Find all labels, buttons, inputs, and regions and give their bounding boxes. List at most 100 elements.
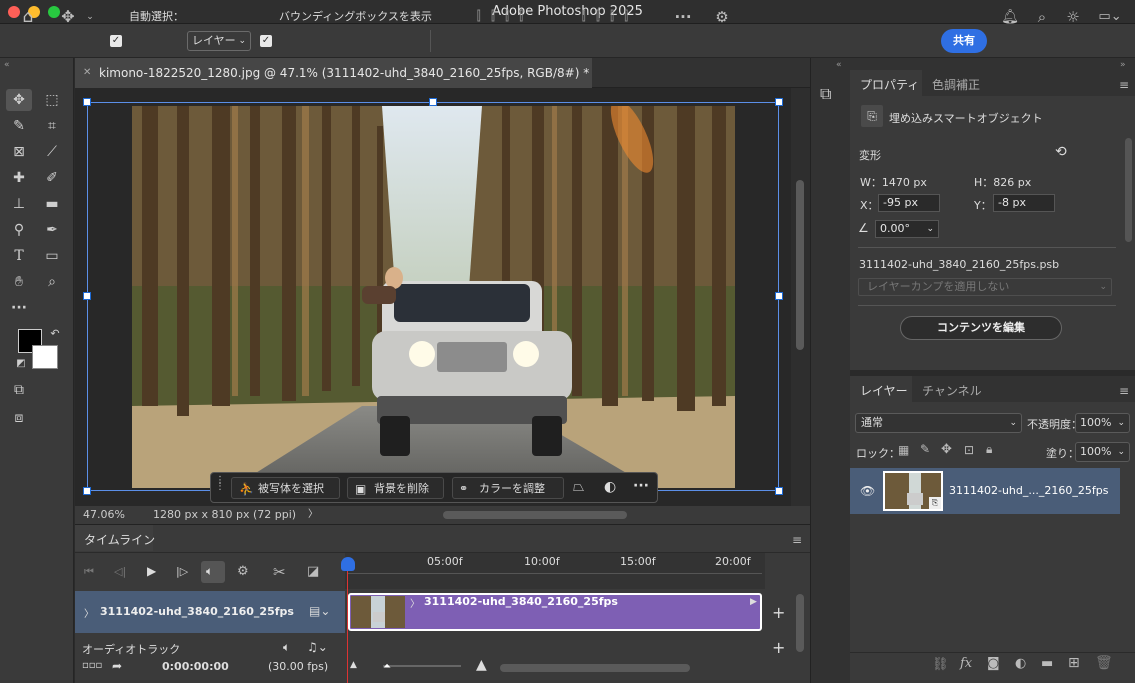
scissors-icon[interactable]: ✂: [273, 563, 286, 581]
stamp-icon[interactable]: ⊥: [8, 194, 30, 214]
chevron-right-icon[interactable]: 〉: [410, 595, 420, 610]
properties-scrollbar[interactable]: [1125, 138, 1132, 242]
add-audio-icon[interactable]: +: [772, 638, 785, 657]
quick-select-icon[interactable]: ✎: [8, 116, 30, 136]
fx-icon[interactable]: fx: [960, 656, 972, 671]
transform-handle[interactable]: [83, 487, 91, 495]
swap-icon[interactable]: ↶: [44, 324, 66, 344]
panel-menu-icon[interactable]: ≡: [792, 533, 802, 547]
align-left-icon[interactable]: ⫿⫿⫿⫿: [440, 0, 570, 34]
transition-icon[interactable]: ◪: [307, 564, 319, 579]
document-tab[interactable]: ✕ kimono-1822520_1280.jpg @ 47.1% (31114…: [75, 58, 592, 88]
zoom-icon[interactable]: ⌕: [41, 272, 63, 292]
expand-icon[interactable]: »: [1120, 60, 1126, 70]
edit-contents-button[interactable]: コンテンツを編集: [900, 316, 1062, 340]
gear-icon[interactable]: ⚙: [237, 564, 249, 579]
play-icon[interactable]: ▶: [147, 564, 156, 578]
eye-icon[interactable]: 👁︎: [860, 484, 875, 498]
trash-icon[interactable]: 🗑︎: [1095, 655, 1113, 671]
lock-transparency-icon[interactable]: ▦: [898, 443, 909, 457]
workspace-icon[interactable]: ▭⌄: [1095, 0, 1125, 34]
zoom-level[interactable]: 47.06%: [83, 506, 125, 524]
angle-input[interactable]: 0.00° ⌄: [875, 220, 939, 238]
speaker-icon[interactable]: 🔈︎: [283, 640, 290, 655]
tab-properties[interactable]: プロパティ: [860, 76, 919, 93]
layer-comp-dropdown[interactable]: レイヤーカンプを適用しない ⌄: [858, 278, 1112, 296]
lock-all-icon[interactable]: 🔒︎: [986, 442, 992, 457]
timeline-tab[interactable]: タイムライン: [84, 531, 155, 548]
move-icon[interactable]: ✥: [8, 90, 30, 110]
adjustment-layer-icon[interactable]: ◐: [1015, 656, 1026, 671]
previous-frame-icon[interactable]: ◁|: [114, 565, 126, 578]
transform-handle[interactable]: [775, 292, 783, 300]
zoom-in-icon[interactable]: ▲: [476, 657, 487, 673]
bell-icon[interactable]: 🔔︎: [1000, 0, 1020, 34]
type-icon[interactable]: T: [8, 246, 30, 266]
add-mask-icon[interactable]: ◙: [987, 656, 1000, 671]
tab-adjustments[interactable]: 色調補正: [932, 76, 980, 93]
link-layers-icon[interactable]: ⛓: [932, 657, 949, 672]
tab-channels[interactable]: チャンネル: [922, 382, 982, 399]
lock-artboard-icon[interactable]: ⊡: [964, 443, 974, 457]
vertical-scrollbar[interactable]: [791, 88, 810, 506]
eyedropper-icon[interactable]: ⟋: [41, 142, 63, 162]
panel-menu-icon[interactable]: ≡: [1119, 78, 1129, 92]
blend-mode-dropdown[interactable]: 通常 ⌄: [855, 413, 1022, 433]
healing-icon[interactable]: ✚: [8, 168, 30, 188]
render-icon[interactable]: ➦: [112, 659, 122, 673]
collapse-icon[interactable]: «: [4, 60, 10, 70]
gradient-icon[interactable]: ▬: [41, 194, 63, 214]
horizontal-scrollbar[interactable]: [443, 511, 627, 519]
marquee-icon[interactable]: ⬚: [41, 90, 63, 110]
y-position-input[interactable]: -8 px: [993, 194, 1055, 212]
add-media-icon[interactable]: +: [772, 603, 785, 622]
folder-icon[interactable]: ▬: [1041, 656, 1053, 671]
move-tool-preset-icon[interactable]: ✥: [58, 0, 78, 34]
collapse-icon[interactable]: «: [836, 60, 842, 70]
opacity-input[interactable]: 100% ⌄: [1075, 413, 1130, 433]
remove-background-button[interactable]: ▣ 背景を削除: [347, 477, 444, 499]
mask-icon[interactable]: ◐: [604, 479, 616, 495]
transform-handle[interactable]: [83, 292, 91, 300]
zoom-out-icon[interactable]: ▲: [350, 660, 357, 670]
transform-bounding-box[interactable]: [87, 102, 779, 491]
search-icon[interactable]: ⌕: [1032, 0, 1052, 34]
more-options-icon[interactable]: ···: [672, 0, 694, 34]
show-bbox-checkbox[interactable]: ✓: [260, 35, 272, 47]
lightbulb-icon[interactable]: ☼: [1063, 0, 1083, 34]
gear-icon[interactable]: ⚙: [711, 0, 733, 34]
music-note-icon[interactable]: ♫⌄: [307, 640, 328, 654]
close-icon[interactable]: ✕: [83, 58, 91, 88]
brush-icon[interactable]: ✐: [41, 168, 63, 188]
transform-handle[interactable]: [429, 98, 437, 106]
home-icon[interactable]: ⌂: [16, 0, 40, 34]
default-colors-icon[interactable]: ◩: [10, 354, 32, 374]
chevron-right-icon[interactable]: 〉: [84, 605, 94, 620]
drag-handle-icon[interactable]: ⋮ ⋮: [215, 476, 225, 498]
background-color-swatch[interactable]: [32, 345, 58, 369]
zoom-slider-thumb[interactable]: ⏶: [383, 661, 391, 672]
transform-icon[interactable]: ⏢: [573, 479, 584, 495]
panel-menu-icon[interactable]: ≡: [1119, 384, 1129, 398]
transform-handle[interactable]: [83, 98, 91, 106]
new-layer-icon[interactable]: ⊞: [1068, 655, 1080, 671]
hand-icon[interactable]: ✋︎: [8, 272, 30, 292]
clip-options-icon[interactable]: ▶: [750, 597, 757, 607]
quickmask-icon[interactable]: ⧉: [8, 380, 30, 400]
dodge-icon[interactable]: ⚲: [8, 220, 30, 240]
lock-pixels-icon[interactable]: ✎: [920, 442, 930, 456]
lock-position-icon[interactable]: ✥: [941, 442, 952, 457]
screenmode-icon[interactable]: ⧈: [8, 408, 30, 428]
scroll-thumb[interactable]: [796, 180, 804, 350]
next-frame-icon[interactable]: |▷: [176, 565, 188, 578]
align-top-icon[interactable]: ⫿⫿⫿⫿: [555, 0, 665, 34]
mute-audio-button[interactable]: 🔈︎: [201, 561, 225, 583]
crop-icon[interactable]: ⌗: [41, 116, 63, 136]
fill-input[interactable]: 100% ⌄: [1075, 442, 1130, 462]
transform-handle[interactable]: [775, 487, 783, 495]
film-icon[interactable]: ▤⌄: [309, 604, 330, 618]
adjust-color-button[interactable]: ⚭ カラーを調整: [452, 477, 564, 499]
pen-icon[interactable]: ✒: [41, 220, 63, 240]
playhead[interactable]: [341, 557, 355, 571]
select-subject-button[interactable]: ⛹ 被写体を選択: [231, 477, 340, 499]
